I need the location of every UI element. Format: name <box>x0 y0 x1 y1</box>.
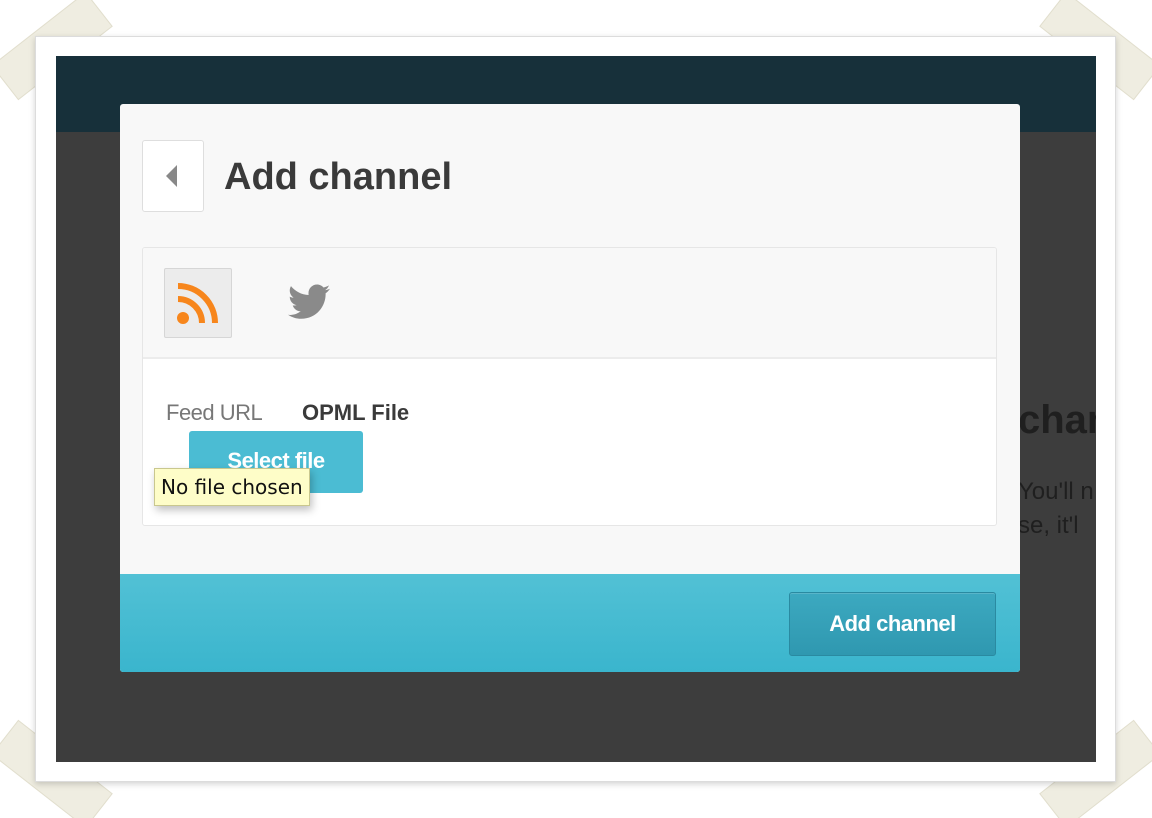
rss-icon <box>177 283 218 324</box>
tab-opml-file[interactable]: OPML File <box>302 400 409 426</box>
background-heading: chan <box>1018 398 1096 442</box>
back-button[interactable] <box>142 140 204 212</box>
add-channel-button[interactable]: Add channel <box>789 592 996 656</box>
modal-footer: Add channel <box>120 574 1020 672</box>
add-channel-modal: Add channel Feed URL OPML File Select fi… <box>120 104 1020 672</box>
app-screen: chan You'll n se, it'l Add channel <box>56 56 1096 762</box>
background-text-line: se, it'l <box>1018 512 1079 539</box>
channel-type-tabs <box>143 248 996 359</box>
modal-title: Add channel <box>224 156 453 198</box>
background-text-line: You'll n <box>1018 478 1094 505</box>
tab-twitter[interactable] <box>285 280 333 324</box>
chevron-left-icon <box>166 165 177 187</box>
tab-rss[interactable] <box>164 268 232 338</box>
channel-source-panel: Feed URL OPML File Select file No file c… <box>142 247 997 526</box>
no-file-tooltip: No file chosen <box>154 468 310 506</box>
tab-feed-url[interactable]: Feed URL <box>166 400 263 426</box>
twitter-icon <box>288 284 330 319</box>
